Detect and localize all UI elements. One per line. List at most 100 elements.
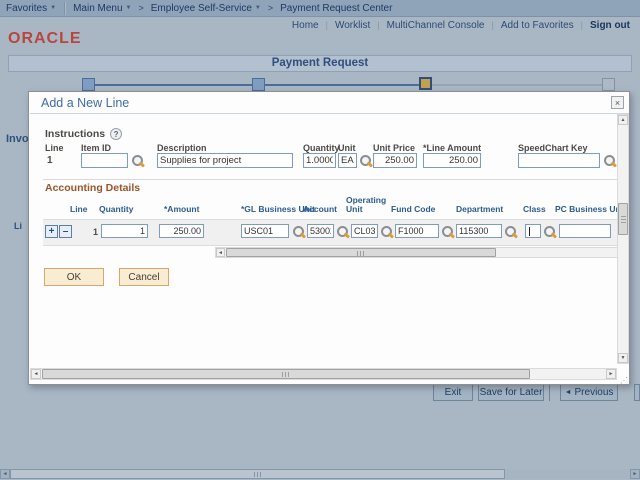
delete-row-icon[interactable]: – <box>59 225 72 238</box>
step-node-4[interactable] <box>602 78 615 91</box>
item-id-lookup-icon[interactable] <box>131 154 144 167</box>
step-node-1[interactable] <box>82 78 95 91</box>
unit-field[interactable] <box>338 153 357 168</box>
item-id-field[interactable] <box>81 153 128 168</box>
save-for-later-label: Save for Later <box>479 387 543 398</box>
divider: | <box>491 20 494 30</box>
close-icon[interactable]: × <box>611 96 624 109</box>
grid-scrollbar-thumb[interactable] <box>226 248 496 257</box>
exit-button[interactable]: Exit <box>433 384 473 401</box>
dialog-vertical-scrollbar[interactable]: ▲ ▼ <box>617 114 629 364</box>
cancel-button[interactable]: Cancel <box>119 268 169 286</box>
scroll-up-icon[interactable]: ▲ <box>618 115 628 125</box>
row-gl-business-unit-field[interactable] <box>241 224 289 238</box>
divider <box>64 1 66 15</box>
step-train-line-todo <box>425 84 608 86</box>
add-to-favorites-link[interactable]: Add to Favorites <box>501 20 574 31</box>
accounting-details-title: Accounting Details <box>45 182 141 194</box>
chevron-down-icon: ▼ <box>254 5 261 11</box>
breadcrumb-chevron-icon: > <box>138 3 144 13</box>
row-operating-unit-field[interactable] <box>351 224 378 238</box>
breadcrumb-favorites[interactable]: Favorites ▼ <box>0 3 62 14</box>
item-id-label: Item ID <box>81 143 112 153</box>
step-node-2[interactable] <box>252 78 265 91</box>
col-amount: *Amount <box>164 204 200 214</box>
description-label: Description <box>157 143 207 153</box>
dialog-vscrollbar-thumb[interactable] <box>618 203 628 235</box>
multichannel-console-link[interactable]: MultiChannel Console <box>387 20 485 31</box>
oracle-logo: ORACLE <box>8 30 82 47</box>
grid-horizontal-scrollbar[interactable]: ◄ <box>215 247 620 258</box>
scroll-left-icon[interactable]: ◄ <box>31 369 41 379</box>
previous-arrow-icon: ◄ <box>564 389 572 396</box>
row-class-field[interactable] <box>525 224 541 238</box>
chevron-down-icon: ▼ <box>125 5 132 11</box>
chevron-down-icon: ▼ <box>50 5 57 11</box>
previous-button[interactable]: ◄ Previous <box>560 384 618 401</box>
breadcrumb-payment-request-center[interactable]: Payment Request Center <box>274 3 398 14</box>
ok-button[interactable]: OK <box>44 268 104 286</box>
breadcrumb-main-menu[interactable]: Main Menu ▼ <box>67 3 137 14</box>
dialog-scrollbar-thumb[interactable] <box>42 369 530 379</box>
fund-code-lookup-icon[interactable] <box>441 225 454 238</box>
invoice-section-label-clipped: Invo <box>6 133 29 145</box>
quantity-field[interactable] <box>303 153 336 168</box>
department-lookup-icon[interactable] <box>504 225 517 238</box>
resize-grip-icon[interactable]: ⋰ <box>620 376 628 385</box>
scroll-down-icon[interactable]: ▼ <box>618 353 628 363</box>
quantity-label: Quantity <box>303 143 340 153</box>
row-quantity-field[interactable] <box>101 224 148 238</box>
gl-business-unit-lookup-icon[interactable] <box>292 225 305 238</box>
header-links: Home | Worklist | MultiChannel Console |… <box>292 19 630 31</box>
description-field[interactable] <box>157 153 293 168</box>
scroll-right-icon[interactable]: ► <box>606 369 616 379</box>
col-line: Line <box>70 204 88 214</box>
help-icon[interactable]: ? <box>110 128 123 140</box>
row-department-field[interactable] <box>456 224 502 238</box>
line-label: Line <box>45 143 64 153</box>
line-amount-field[interactable] <box>423 153 481 168</box>
breadcrumb-employee-self-service[interactable]: Employee Self-Service ▼ <box>145 3 267 14</box>
step-node-3-active[interactable] <box>419 77 432 90</box>
sign-out-link[interactable]: Sign out <box>590 20 630 31</box>
breadcrumb-prc-label: Payment Request Center <box>280 2 393 14</box>
next-button-partial[interactable] <box>634 384 640 401</box>
operating-unit-lookup-icon[interactable] <box>380 225 393 238</box>
row-fund-code-field[interactable] <box>395 224 439 238</box>
previous-button-label: Previous <box>574 387 614 398</box>
divider: | <box>377 20 380 30</box>
unit-label: Unit <box>338 143 356 153</box>
dialog-horizontal-scrollbar[interactable]: ◄ ► <box>30 368 617 380</box>
account-lookup-icon[interactable] <box>336 225 349 238</box>
home-link[interactable]: Home <box>292 20 319 31</box>
add-row-icon[interactable]: + <box>45 225 58 238</box>
page-horizontal-scrollbar[interactable]: ◄ ► <box>0 469 640 479</box>
row-account-field[interactable] <box>307 224 334 238</box>
col-fund-code: Fund Code <box>391 204 436 214</box>
scroll-left-icon[interactable]: ◄ <box>0 469 10 479</box>
page-scrollbar-thumb[interactable] <box>10 469 505 479</box>
row-amount-field[interactable] <box>159 224 204 238</box>
divider: | <box>580 20 583 30</box>
speedchart-key-field[interactable] <box>518 153 600 168</box>
worklist-link[interactable]: Worklist <box>335 20 370 31</box>
breadcrumb-ess-label: Employee Self-Service <box>150 2 252 14</box>
line-label-clipped: Li <box>14 221 22 231</box>
unit-price-field[interactable] <box>373 153 417 168</box>
unit-price-label: Unit Price <box>373 143 416 153</box>
line-number-value: 1 <box>47 155 53 166</box>
col-account: Account <box>303 204 337 214</box>
class-lookup-icon[interactable] <box>543 225 556 238</box>
scroll-left-icon[interactable]: ◄ <box>216 248 225 257</box>
unit-lookup-icon[interactable] <box>359 154 372 167</box>
row-pc-business-unit-field[interactable] <box>559 224 611 238</box>
speedchart-lookup-icon[interactable] <box>603 154 616 167</box>
divider <box>43 179 617 180</box>
breadcrumb-favorites-label: Favorites <box>6 2 48 14</box>
col-operating-unit: Operating Unit <box>346 195 387 215</box>
text-cursor <box>529 227 530 236</box>
save-for-later-button[interactable]: Save for Later <box>478 384 544 401</box>
divider: | <box>325 20 328 30</box>
scroll-right-icon[interactable]: ► <box>630 469 640 479</box>
breadcrumb-chevron-icon: > <box>267 3 274 13</box>
